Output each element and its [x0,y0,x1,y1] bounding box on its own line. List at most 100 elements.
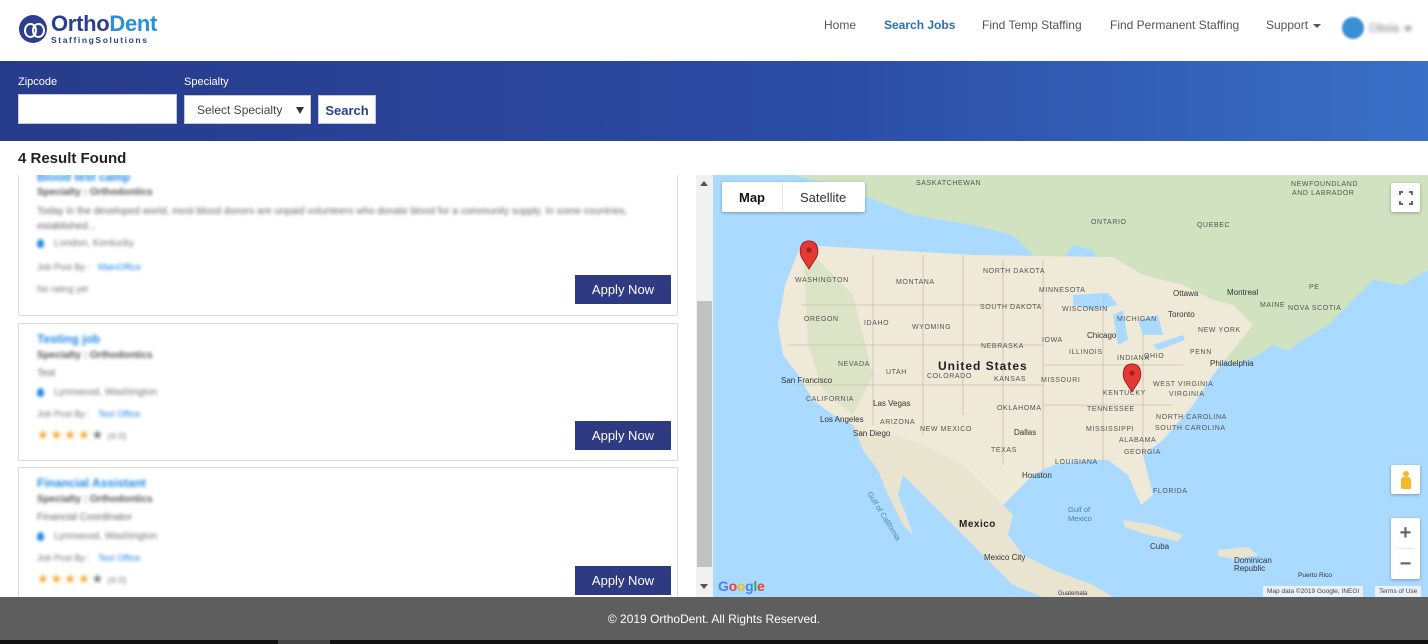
map-label: ONTARIO [1091,219,1127,226]
map-label: LOUISIANA [1055,459,1098,466]
nav-home[interactable]: Home [824,18,856,32]
map-label: OHIO [1144,353,1165,360]
zoom-out-button[interactable]: − [1391,549,1420,579]
zoom-control: + − [1391,518,1420,579]
job-title[interactable]: Testing job [37,332,100,346]
scroll-up-arrow-icon[interactable] [700,181,708,186]
search-button[interactable]: Search [318,95,376,124]
map-label: MICHIGAN [1117,316,1157,323]
map-label: ALABAMA [1119,437,1157,444]
map-label-country: Mexico [959,519,996,530]
map-label-city: Dallas [1014,428,1037,437]
map-label: NEVADA [838,361,870,368]
map-label: KANSAS [994,376,1026,383]
map-label: KENTUCKY [1103,390,1146,397]
scroll-down-arrow-icon[interactable] [700,584,708,589]
map-label: MISSISSIPPI [1086,426,1135,433]
map-label: NORTH CAROLINA [1156,414,1227,421]
map-label: TENNESSEE [1087,406,1135,413]
job-list-scrollbar[interactable] [696,175,713,597]
cuba-land [1123,520,1183,541]
user-avatar[interactable] [1342,17,1364,39]
job-posted-by: Job Post By : MainOffice [37,262,141,272]
jobs-map[interactable]: SASKATCHEWAN NEWFOUNDLAND AND LABRADOR O… [713,175,1428,597]
nav-support-label: Support [1266,18,1309,32]
posted-by-link[interactable]: Test Office [98,553,140,563]
job-location: Lynnwood, Washington [37,387,157,398]
job-title[interactable]: Blood test camp [37,175,130,184]
map-label: MAINE [1260,302,1286,309]
job-location: Lynnwood, Washington [37,531,157,542]
apply-now-button[interactable]: Apply Now [575,421,671,450]
map-tab-satellite[interactable]: Satellite [800,190,846,205]
zipcode-input[interactable] [18,94,177,124]
map-label: SOUTH CAROLINA [1155,425,1226,432]
map-label: NOVA SCOTIA [1288,305,1342,312]
map-label: WYOMING [912,324,952,331]
map-label: VIRGINIA [1169,391,1205,398]
specialty-label: Specialty [184,76,229,88]
nav-find-permanent-staffing[interactable]: Find Permanent Staffing [1110,18,1239,32]
logo-icon [19,14,47,43]
nav-find-temp-staffing[interactable]: Find Temp Staffing [982,18,1082,32]
fullscreen-icon [1399,191,1413,205]
map-tab-map[interactable]: Map [739,190,765,205]
map-label: NEW YORK [1198,327,1241,334]
apply-now-button[interactable]: Apply Now [575,566,671,595]
job-title[interactable]: Financial Assistant [37,476,146,490]
job-rating: No rating yet [37,284,89,294]
map-label-water: Gulf of Mexico [1068,505,1092,523]
map-label: NEBRASKA [981,343,1024,350]
map-label-city: Toronto [1168,310,1195,319]
location-pin-icon [37,238,44,248]
map-label-city: San Diego [853,429,891,438]
apply-now-button[interactable]: Apply Now [575,275,671,304]
posted-by-link[interactable]: Test Office [98,409,140,419]
user-name: Olivia [1369,21,1400,35]
results-count: 4 Result Found [18,150,127,167]
user-menu[interactable]: Olivia [1369,21,1413,35]
map-basemap [713,175,1428,597]
map-label: ARIZONA [880,419,916,426]
map-terms-link[interactable]: Terms of Use [1375,586,1422,597]
zoom-in-button[interactable]: + [1391,518,1420,548]
job-posted-by: Job Post By : Test Office [37,553,140,563]
site-header: OrthoDent StaffingSolutions Home Search … [0,0,1428,61]
dropdown-arrow-icon [296,107,304,114]
pegman-icon [1400,471,1411,489]
site-footer: © 2019 OrthoDent. All Rights Reserved. [0,597,1428,644]
map-label-city: Mexico City [984,553,1026,562]
rating-stars: ★★★★★ [37,571,106,586]
job-specialty: Specialty : Orthodontics [37,350,153,361]
job-specialty: Specialty : Orthodontics [37,494,153,505]
map-label: OKLAHOMA [997,405,1042,412]
street-view-button[interactable] [1391,465,1420,494]
job-rating: ★★★★★ (4.0) [37,427,126,443]
orthodent-logo[interactable]: OrthoDent StaffingSolutions [19,13,157,45]
scroll-thumb[interactable] [697,301,712,567]
map-label: MINNESOTA [1039,287,1086,294]
copyright-text: © 2019 OrthoDent. All Rights Reserved. [607,612,821,626]
posted-by-link[interactable]: MainOffice [98,262,141,272]
job-card: Financial Assistant Specialty : Orthodon… [18,467,678,597]
chevron-down-icon [1404,26,1413,31]
map-label: NEWFOUNDLAND [1291,181,1359,188]
map-label-country: United States [938,359,1028,373]
location-pin-icon [37,387,44,397]
job-description: Today in the developed world, most blood… [37,206,628,232]
taskbar [0,640,1428,644]
location-pin-icon [37,531,44,541]
map-label: GEORGIA [1124,449,1161,456]
job-specialty: Specialty : Orthodontics [37,187,153,198]
taskbar-item[interactable] [278,640,330,644]
map-label: TEXAS [991,447,1017,454]
specialty-select[interactable]: Select Specialty [184,95,311,124]
job-posted-by: Job Post By : Test Office [37,409,140,419]
chevron-down-icon [1313,23,1322,28]
nav-support-dropdown[interactable]: Support [1266,18,1322,32]
job-rating: ★★★★★ (4.0) [37,571,126,587]
fullscreen-button[interactable] [1391,183,1420,212]
nav-search-jobs[interactable]: Search Jobs [884,18,955,32]
google-logo[interactable]: Google [718,578,765,594]
map-label: IDAHO [864,320,890,327]
